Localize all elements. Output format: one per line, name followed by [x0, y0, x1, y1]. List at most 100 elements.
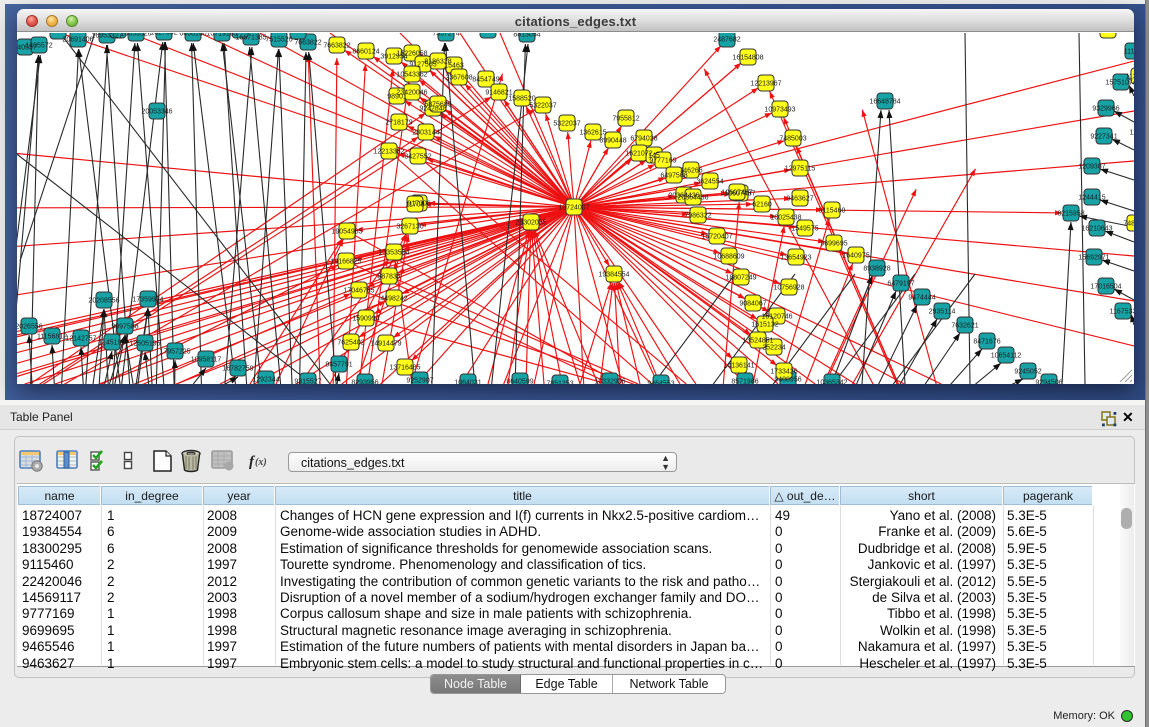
svg-text:9457791: 9457791	[325, 362, 352, 369]
svg-text:9464553: 9464553	[647, 381, 674, 385]
svg-text:7955812: 7955812	[612, 116, 639, 123]
svg-text:20053346: 20053346	[141, 109, 172, 116]
svg-text:5322037: 5322037	[529, 103, 556, 110]
svg-text:1588520: 1588520	[508, 96, 535, 103]
svg-text:2367608: 2367608	[445, 75, 472, 82]
svg-text:4498242: 4498242	[380, 296, 407, 303]
svg-text:13716485: 13716485	[389, 365, 420, 372]
svg-text:10719185: 10719185	[206, 33, 237, 38]
svg-text:17359924: 17359924	[132, 297, 163, 304]
svg-text:8938928: 8938928	[863, 266, 890, 273]
svg-text:1549575: 1549575	[791, 226, 818, 233]
svg-text:19166825: 19166825	[330, 259, 361, 266]
svg-text:10332906: 10332906	[594, 379, 625, 385]
svg-text:10688609: 10688609	[713, 254, 744, 261]
svg-text:12213967: 12213967	[750, 81, 781, 88]
svg-text:8454749: 8454749	[472, 77, 499, 84]
svg-text:19384554: 19384554	[598, 272, 629, 279]
svg-text:10756928: 10756928	[773, 285, 804, 292]
svg-text:10653526: 10653526	[120, 33, 151, 38]
svg-text:9294506: 9294506	[1035, 380, 1062, 385]
svg-text:10025438: 10025438	[770, 215, 801, 222]
svg-text:9245052: 9245052	[1014, 369, 1041, 376]
svg-text:20208556: 20208556	[88, 298, 119, 305]
svg-text:11156812: 11156812	[37, 334, 67, 341]
svg-text:9474444: 9474444	[908, 295, 935, 302]
svg-text:15226058: 15226058	[396, 51, 427, 58]
svg-text:6497568: 6497568	[660, 173, 687, 180]
svg-text:1405572: 1405572	[25, 43, 52, 50]
svg-text:1164093: 1164093	[1130, 130, 1134, 137]
svg-text:10543362: 10543362	[396, 72, 427, 79]
svg-text:748500: 748500	[1123, 221, 1134, 228]
svg-text:12142757: 12142757	[65, 336, 96, 343]
svg-text:16154808: 16154808	[732, 55, 763, 62]
svg-text:1132541: 1132541	[1126, 74, 1134, 81]
svg-text:1527602: 1527602	[150, 33, 177, 37]
svg-text:8427552: 8427552	[404, 154, 431, 161]
svg-text:17046765: 17046765	[343, 288, 374, 295]
svg-text:7632621: 7632621	[951, 323, 978, 330]
svg-text:1640975: 1640975	[842, 253, 869, 260]
svg-text:7663822: 7663822	[294, 40, 321, 47]
svg-text:1167533: 1167533	[1110, 309, 1134, 316]
svg-text:17016504: 17016504	[1090, 284, 1121, 291]
svg-text:252234: 252234	[762, 345, 785, 352]
svg-text:7357274: 7357274	[432, 33, 459, 38]
svg-text:1244415: 1244415	[1078, 195, 1105, 202]
svg-text:8660124: 8660124	[352, 49, 379, 56]
svg-text:11700: 11700	[406, 202, 425, 209]
svg-text:7986322: 7986322	[684, 213, 711, 220]
svg-text:10365342: 10365342	[816, 380, 847, 385]
svg-text:7625402: 7625402	[337, 340, 364, 347]
svg-text:7851253: 7851253	[546, 381, 573, 385]
svg-text:8215958: 8215958	[1057, 211, 1084, 218]
svg-text:8640599: 8640599	[506, 379, 533, 385]
svg-text:15463: 15463	[444, 63, 464, 70]
svg-text:9329966: 9329966	[1092, 106, 1119, 113]
svg-text:10607487: 10607487	[721, 190, 752, 197]
svg-text:16953327: 16953327	[91, 33, 122, 40]
svg-text:9408956: 9408956	[774, 377, 801, 384]
svg-text:12505195: 12505195	[129, 341, 160, 348]
svg-text:16210643: 16210643	[1081, 226, 1112, 233]
svg-text:19054985: 19054985	[331, 229, 362, 236]
svg-text:15751074: 15751074	[1105, 80, 1134, 87]
svg-text:10958117: 10958117	[191, 357, 222, 364]
svg-text:8813054: 8813054	[513, 33, 540, 39]
svg-text:1064031: 1064031	[454, 380, 481, 385]
svg-text:20364436: 20364436	[677, 195, 708, 202]
svg-text:9252907: 9252907	[406, 378, 433, 385]
svg-text:5875685: 5875685	[424, 102, 451, 109]
svg-text:9997588: 9997588	[111, 324, 138, 331]
svg-text:5322037: 5322037	[553, 121, 580, 128]
svg-text:1733426: 1733426	[770, 369, 797, 376]
svg-text:6794028: 6794028	[630, 136, 657, 143]
svg-text:98901: 98901	[387, 94, 407, 101]
svg-text:2487682: 2487682	[713, 37, 740, 44]
svg-text:9699695: 9699695	[820, 241, 847, 248]
svg-text:8471676: 8471676	[973, 339, 1000, 346]
svg-text:1292344: 1292344	[252, 377, 279, 384]
svg-text:62160: 62160	[752, 202, 772, 209]
svg-text:9084067: 9084067	[739, 301, 766, 308]
svg-text:7485003: 7485003	[779, 136, 806, 143]
svg-text:15692971: 15692971	[1078, 255, 1109, 262]
svg-text:13654923: 13654923	[780, 255, 811, 262]
svg-text:16671385: 16671385	[235, 35, 266, 42]
svg-text:13353594: 13353594	[378, 250, 409, 257]
svg-text:17957225: 17957225	[159, 349, 190, 356]
svg-text:1615132: 1615132	[751, 322, 778, 329]
svg-text:14136141: 14136141	[723, 363, 754, 370]
svg-text:3624554: 3624554	[696, 179, 723, 186]
svg-text:8990448: 8990448	[599, 138, 626, 145]
svg-text:3267130: 3267130	[396, 224, 423, 231]
svg-text:10973493: 10973493	[1092, 33, 1123, 35]
svg-text:9777169: 9777169	[649, 158, 676, 165]
svg-text:11123: 11123	[1124, 49, 1134, 56]
svg-text:1362615: 1362615	[579, 130, 606, 137]
svg-text:2718179: 2718179	[385, 120, 412, 127]
svg-text:16782759: 16782759	[222, 366, 253, 373]
svg-text:7663822: 7663822	[323, 43, 350, 50]
svg-text:1590994: 1590994	[352, 316, 379, 323]
